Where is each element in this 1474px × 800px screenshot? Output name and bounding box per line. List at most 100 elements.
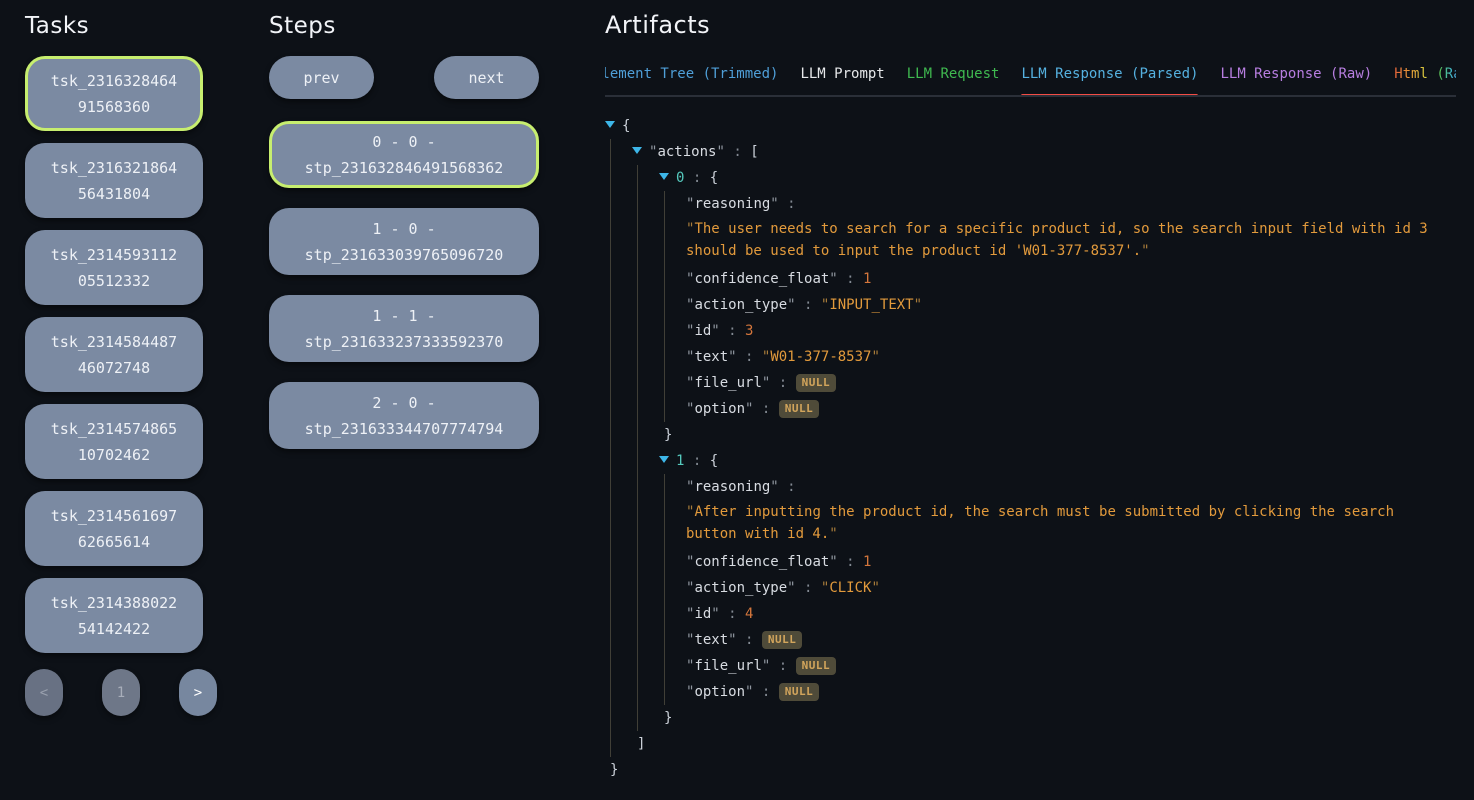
collapse-triangle-icon[interactable] — [605, 121, 615, 128]
string-value: After inputting the product id, the sear… — [686, 504, 1394, 542]
artifacts-title: Artifacts — [605, 11, 1456, 39]
tree-children: "reasoning" : "The user needs to search … — [664, 191, 1456, 422]
close-bracket: ] — [637, 736, 645, 752]
tree-leaf-row: "action_type" : "CLICK" — [686, 575, 1456, 601]
open-bracket: [ — [750, 144, 758, 160]
tasks-pagination: < 1 > — [25, 669, 217, 716]
collapse-triangle-icon[interactable] — [659, 456, 669, 463]
token-colon: : — [684, 170, 709, 186]
task-button-3[interactable]: tsk_231458448746072748 — [25, 317, 203, 392]
token-q: " — [770, 196, 778, 212]
tree-children: "actions" : [0 : {"reasoning" : "The use… — [610, 139, 1456, 757]
artifacts-panel: Artifacts Element Tree (Trimmed) LLM Prom… — [605, 11, 1456, 783]
tree-leaf-row: "reasoning" : — [686, 474, 1456, 500]
token-colon: : — [684, 453, 709, 469]
null-badge: NULL — [779, 400, 820, 418]
collapse-triangle-icon[interactable] — [659, 173, 669, 180]
token-qs: " — [871, 580, 879, 596]
token-colon: : — [720, 323, 745, 339]
tree-leaf-row: "id" : 3 — [686, 318, 1456, 344]
task-list: tsk_231632846491568360 tsk_23163218645643… — [25, 56, 203, 653]
tab-html-raw[interactable]: Html (Raw) — [1394, 66, 1456, 95]
task-button-4[interactable]: tsk_231457486510702462 — [25, 404, 203, 479]
open-bracket: { — [622, 118, 630, 134]
tree-leaf-row: "text" : "W01-377-8537" — [686, 344, 1456, 370]
string-block: "The user needs to search for a specific… — [686, 218, 1428, 262]
tree-leaf-row: "confidence_float" : 1 — [686, 549, 1456, 575]
tab-llm-response-parsed[interactable]: LLM Response (Parsed) — [1021, 66, 1198, 95]
tree-leaf-row: "action_type" : "INPUT_TEXT" — [686, 292, 1456, 318]
number-value: 1 — [863, 554, 871, 570]
string-value: CLICK — [829, 580, 871, 596]
step-button-3[interactable]: 2 - 0 - stp_231633344707774794 — [269, 382, 539, 449]
tree-close-row: } — [664, 705, 1456, 731]
token-colon: : — [838, 271, 863, 287]
tree-close-row: } — [664, 422, 1456, 448]
json-tree-viewer: {"actions" : [0 : {"reasoning" : "The us… — [605, 113, 1456, 783]
tree-node-row: "actions" : [ — [632, 139, 1456, 165]
task-button-0[interactable]: tsk_231632846491568360 — [25, 56, 203, 131]
close-bracket: } — [610, 762, 618, 778]
json-key: confidence_float — [694, 271, 829, 287]
task-button-1[interactable]: tsk_231632186456431804 — [25, 143, 203, 218]
json-key: file_url — [694, 658, 761, 674]
tasks-panel: Tasks tsk_231632846491568360 tsk_23163218… — [25, 13, 203, 716]
tree-children: "reasoning" : "After inputting the produ… — [664, 474, 1456, 705]
step-button-2[interactable]: 1 - 1 - stp_231633237333592370 — [269, 295, 539, 362]
number-value: 1 — [863, 271, 871, 287]
json-key: actions — [657, 144, 716, 160]
collapse-triangle-icon[interactable] — [632, 147, 642, 154]
number-value: 4 — [745, 606, 753, 622]
step-nav: prev next — [269, 56, 539, 99]
json-key: id — [694, 606, 711, 622]
tree-leaf-row: "option" : NULL — [686, 679, 1456, 705]
task-button-6[interactable]: tsk_231438802254142422 — [25, 578, 203, 653]
json-key: text — [694, 632, 728, 648]
token-colon: : — [779, 196, 796, 212]
null-badge: NULL — [762, 631, 803, 649]
token-colon: : — [720, 606, 745, 622]
number-value: 3 — [745, 323, 753, 339]
string-block: "After inputting the product id, the sea… — [686, 501, 1428, 545]
tab-llm-prompt[interactable]: LLM Prompt — [800, 66, 884, 95]
tree-leaf-row: "id" : 4 — [686, 601, 1456, 627]
pagination-page-button[interactable]: 1 — [102, 669, 140, 716]
task-button-5[interactable]: tsk_231456169762665614 — [25, 491, 203, 566]
step-button-0[interactable]: 0 - 0 - stp_231632846491568362 — [269, 121, 539, 188]
tab-llm-request[interactable]: LLM Request — [907, 66, 1000, 95]
token-colon: : — [753, 684, 778, 700]
tree-node-row: 1 : { — [659, 448, 1456, 474]
tab-element-tree-trimmed[interactable]: Element Tree (Trimmed) — [605, 66, 778, 95]
token-colon: : — [753, 401, 778, 417]
token-q: " — [787, 580, 795, 596]
string-value: The user needs to search for a specific … — [686, 221, 1428, 259]
next-step-button[interactable]: next — [434, 56, 539, 99]
tree-leaf-row: "file_url" : NULL — [686, 653, 1456, 679]
pagination-next-button[interactable]: > — [179, 669, 217, 716]
json-key: file_url — [694, 375, 761, 391]
token-colon: : — [779, 479, 796, 495]
token-q: " — [829, 554, 837, 570]
json-key: option — [694, 684, 745, 700]
tasks-title: Tasks — [25, 13, 203, 39]
json-key: confidence_float — [694, 554, 829, 570]
step-button-1[interactable]: 1 - 0 - stp_231633039765096720 — [269, 208, 539, 275]
tab-llm-response-raw[interactable]: LLM Response (Raw) — [1220, 66, 1372, 95]
json-key: id — [694, 323, 711, 339]
token-q: " — [711, 323, 719, 339]
pagination-prev-button[interactable]: < — [25, 669, 63, 716]
token-colon: : — [737, 632, 762, 648]
steps-title: Steps — [269, 13, 539, 39]
tree-leaf-row: "option" : NULL — [686, 396, 1456, 422]
token-colon: : — [838, 554, 863, 570]
tree-close-row: } — [610, 757, 1456, 783]
token-qs: " — [829, 526, 837, 542]
prev-step-button[interactable]: prev — [269, 56, 374, 99]
json-key: action_type — [694, 580, 787, 596]
step-list: 0 - 0 - stp_231632846491568362 1 - 0 - st… — [269, 121, 539, 449]
string-value: INPUT_TEXT — [829, 297, 913, 313]
tree-node-row: { — [605, 113, 1456, 139]
json-key: option — [694, 401, 745, 417]
token-qs: " — [871, 349, 879, 365]
task-button-2[interactable]: tsk_231459311205512332 — [25, 230, 203, 305]
